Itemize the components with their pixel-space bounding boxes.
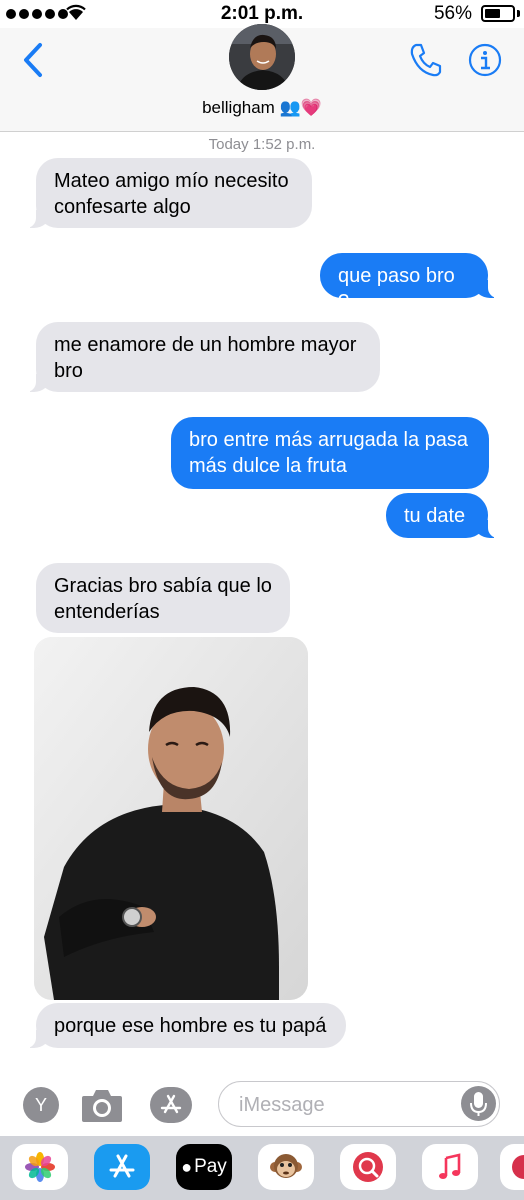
message-bubble-outgoing[interactable]: bro entre más arrugada la pasa más dulce… bbox=[171, 417, 489, 489]
app-store-button[interactable] bbox=[150, 1087, 192, 1123]
message-text: bro entre más arrugada la pasa más dulce… bbox=[189, 429, 469, 477]
back-chevron-icon[interactable] bbox=[20, 42, 46, 78]
message-bubble-incoming[interactable]: porque ese hombre es tu papá bbox=[26, 1003, 346, 1048]
app-store-icon[interactable] bbox=[94, 1144, 150, 1190]
apple-pay-label: Pay bbox=[194, 1156, 227, 1177]
message-bubble-incoming[interactable]: me enamore de un hombre mayor bro bbox=[26, 322, 380, 392]
battery-percentage: 56% bbox=[433, 3, 472, 24]
microphone-icon bbox=[470, 1092, 487, 1116]
message-bubble-outgoing[interactable]: que paso bro ? bbox=[320, 253, 498, 313]
phone-icon[interactable] bbox=[408, 42, 442, 78]
message-text: Mateo amigo mío necesito confesarte algo bbox=[54, 170, 289, 218]
contact-avatar[interactable] bbox=[229, 24, 295, 90]
apple-pay-icon[interactable]: ● Pay bbox=[176, 1144, 232, 1190]
message-text: tu date bbox=[404, 505, 466, 527]
message-bubble-incoming[interactable]: Gracias bro sabía que lo entenderías bbox=[36, 563, 290, 633]
message-text: Gracias bro sabía que lo entenderías bbox=[54, 575, 272, 623]
search-images-icon[interactable] bbox=[340, 1144, 396, 1190]
music-icon[interactable] bbox=[422, 1144, 478, 1190]
more-apps-icon[interactable] bbox=[500, 1144, 524, 1190]
app-store-icon bbox=[160, 1094, 182, 1114]
y-button-label: Y bbox=[34, 1094, 47, 1115]
y-button[interactable]: Y bbox=[23, 1087, 59, 1123]
photos-icon[interactable] bbox=[12, 1144, 68, 1190]
conversation-timestamp: Today 1:52 p.m. bbox=[208, 136, 316, 153]
photo-message[interactable] bbox=[34, 637, 308, 1000]
battery-tip bbox=[517, 10, 520, 17]
camera-icon[interactable] bbox=[80, 1086, 124, 1124]
message-bubble-incoming[interactable]: Mateo amigo mío necesito confesarte algo bbox=[26, 158, 312, 228]
message-bubble-outgoing[interactable]: tu date bbox=[386, 493, 498, 538]
imessage-placeholder: iMessage bbox=[239, 1094, 325, 1116]
message-text: me enamore de un hombre mayor bro bbox=[54, 334, 357, 382]
contact-name[interactable]: belligham 👥💗 bbox=[0, 98, 524, 118]
microphone-button[interactable] bbox=[461, 1086, 496, 1121]
message-input-bar: Y iMessage bbox=[0, 1072, 524, 1136]
message-text: porque ese hombre es tu papá bbox=[54, 1015, 327, 1037]
message-text: que paso bro ? bbox=[338, 265, 455, 313]
battery-icon bbox=[481, 5, 515, 22]
info-icon[interactable] bbox=[468, 43, 502, 77]
imessage-input[interactable]: iMessage bbox=[218, 1081, 500, 1127]
animoji-monkey-icon[interactable] bbox=[258, 1144, 314, 1190]
app-drawer: ● Pay bbox=[0, 1136, 524, 1200]
conversation-header: belligham 👥💗 bbox=[0, 24, 524, 132]
